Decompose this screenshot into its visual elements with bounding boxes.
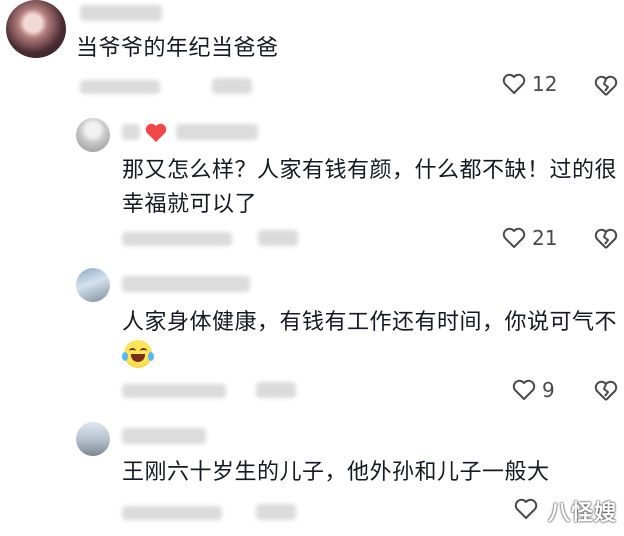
blurred-timestamp — [122, 232, 232, 246]
blurred-reply-button[interactable] — [212, 78, 252, 94]
like-button[interactable]: 9 — [512, 378, 555, 402]
blurred-timestamp — [122, 506, 222, 520]
avatar[interactable] — [76, 268, 110, 302]
blurred-reply-button[interactable] — [256, 382, 296, 398]
like-count: 9 — [542, 378, 555, 402]
blurred-timestamp — [122, 384, 226, 398]
heart-outline-icon — [512, 379, 536, 401]
blurred-username — [80, 5, 162, 21]
red-heart-icon — [145, 123, 167, 142]
heart-outline-icon — [502, 73, 526, 95]
blurred-username — [122, 276, 250, 292]
blurred-reply-button[interactable] — [258, 230, 298, 246]
blurred-reply-button[interactable] — [256, 504, 296, 520]
comment-text: 人家身体健康，有钱有工作还有时间，你说可气不 — [122, 306, 617, 375]
laughing-crying-emoji-icon — [122, 340, 154, 368]
comment-text: 当爷爷的年纪当爸爸 — [76, 36, 279, 61]
blurred-username — [176, 124, 258, 140]
avatar[interactable] — [76, 422, 110, 456]
heart-outline-icon — [514, 498, 538, 520]
blurred-username — [122, 124, 140, 140]
broken-heart-icon[interactable] — [594, 228, 618, 254]
comment-text-content: 人家身体健康，有钱有工作还有时间，你说可气不 — [122, 310, 618, 335]
comment-thread: 当爷爷的年纪当爸爸 12 那又怎么样？人家有钱有颜，什么都不缺！过的很幸福就可以… — [0, 0, 624, 536]
like-count: 21 — [532, 226, 558, 250]
avatar[interactable] — [6, 0, 66, 58]
broken-heart-icon[interactable] — [594, 75, 618, 101]
comment-text: 王刚六十岁生的儿子，他外孙和儿子一般大 — [122, 460, 550, 485]
blurred-timestamp — [80, 80, 160, 94]
watermark: 八怪嫂 — [548, 501, 618, 526]
blurred-username — [122, 428, 206, 444]
avatar[interactable] — [76, 118, 110, 152]
broken-heart-icon[interactable] — [594, 380, 618, 406]
heart-outline-icon — [502, 227, 526, 249]
like-count: 12 — [532, 72, 558, 96]
like-button[interactable]: 21 — [502, 226, 557, 250]
like-button[interactable]: 12 — [502, 72, 557, 96]
comment-text: 那又怎么样？人家有钱有颜，什么都不缺！过的很幸福就可以了 — [122, 158, 618, 217]
like-button[interactable] — [514, 498, 538, 520]
